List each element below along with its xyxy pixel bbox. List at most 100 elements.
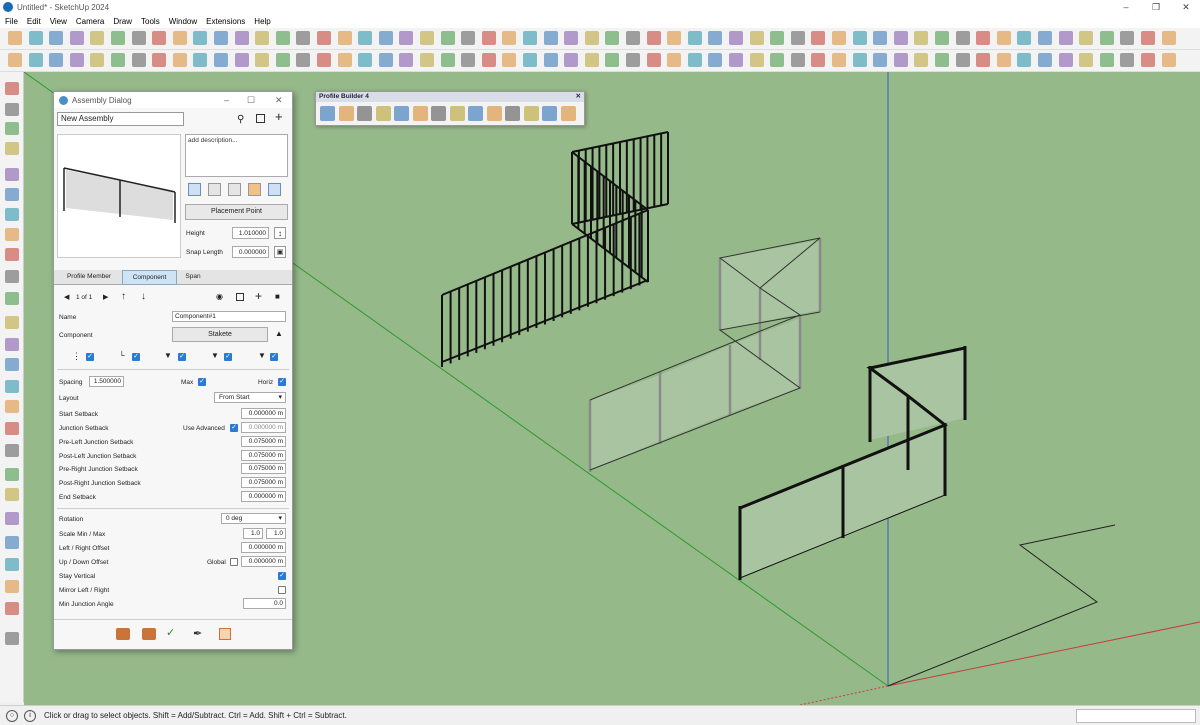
toolbar1-tool-24-icon[interactable] [481, 31, 496, 45]
picket-fence[interactable] [441, 131, 669, 367]
toolbar2-tool-32-icon[interactable] [646, 53, 661, 67]
add-component-icon[interactable]: + [255, 289, 262, 303]
build-path-icon[interactable] [116, 628, 130, 640]
left-tool-11-icon[interactable] [5, 292, 19, 305]
toolbar2-tool-41-icon[interactable] [832, 53, 846, 67]
height-arrow-icon[interactable]: ↕ [274, 227, 286, 239]
toolbar1-tool-4-icon[interactable] [69, 31, 84, 45]
lock-icon[interactable]: ▣ [274, 246, 286, 258]
toolbar1-tool-30-icon[interactable] [605, 31, 620, 45]
measurements-box[interactable] [1076, 709, 1196, 723]
toolbar2-tool-11-icon[interactable] [214, 53, 228, 67]
tab-profile-member[interactable]: Profile Member [57, 270, 121, 285]
toolbar1-tool-6-icon[interactable] [111, 31, 125, 45]
upload-icon[interactable]: ▲ [275, 329, 283, 338]
toolbar1-tool-38-icon[interactable] [770, 31, 785, 45]
left-tool-24-icon[interactable] [5, 580, 19, 593]
description-textarea[interactable]: add description... [185, 134, 288, 177]
toolbar2-tool-36-icon[interactable] [729, 53, 743, 67]
toolbar2-tool-33-icon[interactable] [667, 53, 682, 67]
toolbar2-tool-15-icon[interactable] [296, 53, 311, 67]
toolbar2-tool-3-icon[interactable] [49, 53, 64, 67]
lr-offset-input[interactable]: 0.000000 m [241, 542, 286, 553]
toolbar1-tool-20-icon[interactable] [399, 31, 414, 45]
left-tool-26-icon[interactable] [5, 632, 19, 645]
menu-draw[interactable]: Draw [108, 17, 136, 26]
toolbar2-tool-51-icon[interactable] [1038, 53, 1052, 67]
toolbar2-tool-55-icon[interactable] [1120, 53, 1135, 67]
toolbar2-tool-23-icon[interactable] [461, 53, 476, 67]
profile-builder-tool-6-icon[interactable] [412, 106, 428, 121]
menu-window[interactable]: Window [164, 17, 201, 26]
toolbar1-tool-54-icon[interactable] [1099, 31, 1114, 45]
profile-builder-tool-1-icon[interactable] [320, 106, 335, 121]
info-icon[interactable]: i [24, 709, 36, 722]
profile-builder-tool-12-icon[interactable] [523, 106, 539, 121]
scale-max-input[interactable]: 1.0 [266, 528, 286, 539]
toolbar2-tool-35-icon[interactable] [708, 53, 723, 67]
restore-button[interactable]: ❐ [1142, 0, 1170, 14]
left-tool-16-icon[interactable] [5, 400, 19, 413]
layout-select[interactable]: From Start [214, 392, 286, 403]
toolbar1-tool-37-icon[interactable] [749, 31, 764, 45]
toolbar1-tool-33-icon[interactable] [667, 31, 682, 45]
use-advanced-checkbox[interactable]: ✓ [230, 424, 238, 432]
move-up-icon[interactable]: ↑ [121, 291, 126, 302]
toolbar2-tool-27-icon[interactable] [543, 53, 558, 67]
attach-bottom-checkbox[interactable]: ✓ [132, 353, 140, 361]
junction-setback-input[interactable]: 0.000000 m [241, 422, 286, 433]
toolbar1-tool-2-icon[interactable] [28, 31, 43, 45]
toolbar1-tool-10-icon[interactable] [193, 31, 208, 45]
menu-edit[interactable]: Edit [22, 17, 45, 26]
profile-builder-tool-8-icon[interactable] [449, 106, 465, 121]
toolbar2-tool-16-icon[interactable] [317, 53, 331, 67]
menu-extensions[interactable]: Extensions [201, 17, 249, 26]
profile-builder-tool-2-icon[interactable] [338, 106, 354, 121]
toolbar1-tool-36-icon[interactable] [729, 31, 743, 45]
toolbar2-tool-54-icon[interactable] [1099, 53, 1114, 67]
left-tool-12-icon[interactable] [5, 316, 19, 329]
toolbar2-tool-19-icon[interactable] [378, 53, 393, 67]
profile-builder-tool-5-icon[interactable] [394, 106, 409, 121]
toolbar2-tool-47-icon[interactable] [955, 53, 970, 67]
toolbar1-tool-57-icon[interactable] [1161, 31, 1176, 45]
left-tool-22-icon[interactable] [5, 536, 19, 549]
toolbar1-tool-34-icon[interactable] [687, 31, 702, 45]
refresh-icon[interactable] [268, 183, 281, 196]
tab-span[interactable]: Span [178, 270, 208, 285]
ud-offset-input[interactable]: 0.000000 m [241, 556, 286, 567]
menu-camera[interactable]: Camera [71, 17, 108, 26]
post-left-input[interactable]: 0.075000 m [241, 450, 286, 461]
end-setback-input[interactable]: 0.000000 m [241, 491, 286, 502]
left-tool-7-icon[interactable] [5, 208, 19, 221]
pattern-icon[interactable] [188, 183, 201, 196]
min-angle-input[interactable]: 0.0 [243, 598, 286, 609]
close-icon[interactable]: ✕ [576, 92, 581, 102]
profile-builder-tool-3-icon[interactable] [357, 106, 372, 121]
toolbar2-tool-10-icon[interactable] [193, 53, 208, 67]
menu-tools[interactable]: Tools [136, 17, 164, 26]
toolbar2-tool-7-icon[interactable] [131, 53, 146, 67]
toolbar2-tool-38-icon[interactable] [770, 53, 785, 67]
toolbar2-tool-39-icon[interactable] [790, 53, 805, 67]
toolbar1-tool-21-icon[interactable] [420, 31, 434, 45]
toolbar2-tool-17-icon[interactable] [337, 53, 352, 67]
scale-min-input[interactable]: 1.0 [243, 528, 263, 539]
start-setback-input[interactable]: 0.000000 m [241, 408, 286, 419]
toolbar2-tool-28-icon[interactable] [564, 53, 579, 67]
left-tool-19-icon[interactable] [5, 468, 19, 481]
copy-icon[interactable] [236, 293, 244, 301]
toolbar1-tool-18-icon[interactable] [358, 31, 373, 45]
save-icon[interactable] [256, 114, 265, 123]
toolbar2-tool-29-icon[interactable] [584, 53, 599, 67]
toolbar1-tool-3-icon[interactable] [49, 31, 64, 45]
path-polyline[interactable] [887, 524, 1116, 687]
mesh-fence-gray[interactable] [588, 237, 822, 472]
toolbar2-tool-56-icon[interactable] [1141, 53, 1155, 67]
pre-right-input[interactable]: 0.075000 m [241, 463, 286, 474]
horiz-checkbox[interactable]: ✓ [278, 378, 286, 386]
toolbar2-tool-8-icon[interactable] [152, 53, 167, 67]
toolbar2-tool-26-icon[interactable] [523, 53, 537, 67]
toolbar2-tool-18-icon[interactable] [358, 53, 373, 67]
attach-left-checkbox[interactable]: ✓ [178, 353, 186, 361]
